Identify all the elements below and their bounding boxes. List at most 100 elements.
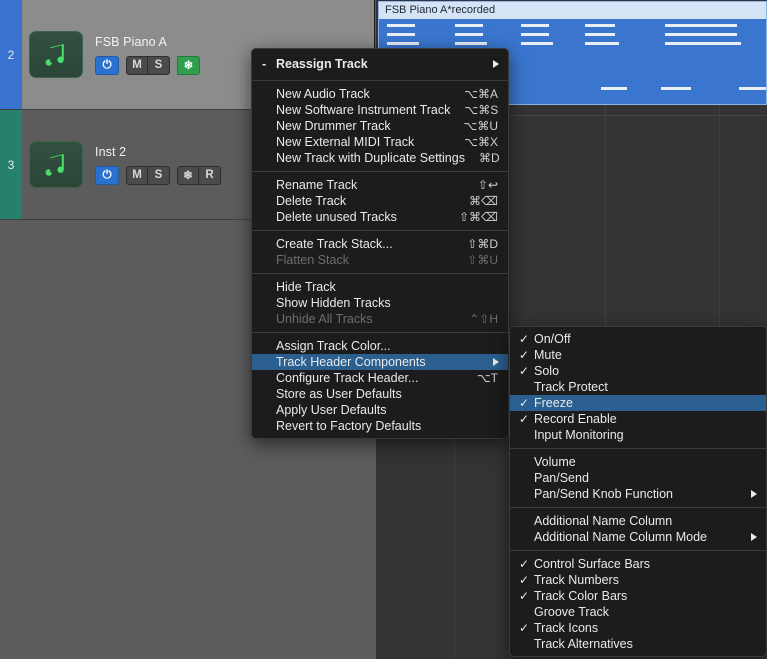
mute-button[interactable]: M bbox=[126, 165, 148, 185]
music-note-icon[interactable] bbox=[29, 31, 83, 78]
menu-item-track-header-components[interactable]: Track Header Components bbox=[252, 354, 508, 370]
menu-item-show-hidden-tracks[interactable]: Show Hidden Tracks bbox=[252, 295, 508, 311]
menu-item-label: Apply User Defaults bbox=[276, 403, 387, 417]
menu-item-control-surface-bars[interactable]: ✓ Control Surface Bars bbox=[510, 556, 766, 572]
menu-item-additional-name-column[interactable]: Additional Name Column bbox=[510, 513, 766, 529]
menu-item-label: Reassign Track bbox=[276, 57, 368, 71]
menu-item-new-track-with-duplicate-settings[interactable]: New Track with Duplicate Settings ⌘D bbox=[252, 150, 508, 166]
menu-item-solo[interactable]: ✓ Solo bbox=[510, 363, 766, 379]
track-color-bar[interactable]: 2 bbox=[0, 0, 22, 109]
menu-item-label: Configure Track Header... bbox=[276, 371, 419, 385]
submenu-arrow-icon bbox=[751, 490, 757, 498]
menu-item-revert-to-factory-defaults[interactable]: Revert to Factory Defaults bbox=[252, 418, 508, 434]
menu-item-label: Record Enable bbox=[534, 412, 617, 426]
midi-note bbox=[387, 24, 415, 27]
menu-item-new-software-instrument-track[interactable]: New Software Instrument Track ⌥⌘S bbox=[252, 102, 508, 118]
menu-item-on-off[interactable]: ✓ On/Off bbox=[510, 331, 766, 347]
track-on-off-button[interactable]: ⏻ bbox=[95, 55, 119, 75]
menu-item-track-protect[interactable]: Track Protect bbox=[510, 379, 766, 395]
menu-item-rename-track[interactable]: Rename Track ⇧↩ bbox=[252, 177, 508, 193]
menu-item-track-icons[interactable]: ✓ Track Icons bbox=[510, 620, 766, 636]
menu-item-store-as-user-defaults[interactable]: Store as User Defaults bbox=[252, 386, 508, 402]
menu-item-volume[interactable]: Volume bbox=[510, 454, 766, 470]
menu-item-shortcut: ⌥⌘S bbox=[464, 103, 499, 117]
menu-item-label: New External MIDI Track bbox=[276, 135, 415, 149]
menu-separator bbox=[252, 332, 508, 333]
track-name[interactable]: FSB Piano A bbox=[95, 35, 200, 49]
menu-item-shortcut: ⌘D bbox=[478, 151, 500, 165]
record-enable-button[interactable]: R bbox=[199, 165, 221, 185]
menu-item-label: Rename Track bbox=[276, 178, 358, 192]
menu-item-flatten-stack: Flatten Stack ⇧⌘U bbox=[252, 252, 508, 268]
track-context-menu[interactable]: - Reassign Track New Audio Track ⌥⌘A New S… bbox=[251, 48, 509, 439]
menu-item-label: Pan/Send Knob Function bbox=[534, 487, 673, 501]
menu-item-configure-track-header[interactable]: Configure Track Header... ⌥T bbox=[252, 370, 508, 386]
menu-item-track-color-bars[interactable]: ✓ Track Color Bars bbox=[510, 588, 766, 604]
menu-item-label: Delete unused Tracks bbox=[276, 210, 397, 224]
menu-item-label: Pan/Send bbox=[534, 471, 589, 485]
menu-item-assign-track-color[interactable]: Assign Track Color... bbox=[252, 338, 508, 354]
menu-separator bbox=[252, 230, 508, 231]
submenu-arrow-icon bbox=[751, 533, 757, 541]
checkmark-icon: ✓ bbox=[519, 348, 530, 362]
freeze-button[interactable]: ❄ bbox=[177, 165, 199, 185]
menu-item-label: Freeze bbox=[534, 396, 573, 410]
menu-item-label: Track Alternatives bbox=[534, 637, 633, 651]
menu-item-shortcut: ⇧⌘D bbox=[467, 237, 498, 251]
menu-item-create-track-stack[interactable]: Create Track Stack... ⇧⌘D bbox=[252, 236, 508, 252]
menu-separator bbox=[252, 80, 508, 81]
menu-item-additional-name-column-mode[interactable]: Additional Name Column Mode bbox=[510, 529, 766, 545]
menu-item-new-drummer-track[interactable]: New Drummer Track ⌥⌘U bbox=[252, 118, 508, 134]
menu-item-label: Additional Name Column Mode bbox=[534, 530, 708, 544]
menu-item-new-external-midi-track[interactable]: New External MIDI Track ⌥⌘X bbox=[252, 134, 508, 150]
midi-note bbox=[521, 33, 549, 36]
freeze-button[interactable]: ❄ bbox=[177, 55, 200, 75]
menu-item-pan-send[interactable]: Pan/Send bbox=[510, 470, 766, 486]
menu-item-label: Groove Track bbox=[534, 605, 610, 619]
music-note-icon[interactable] bbox=[29, 141, 83, 188]
menu-item-pan-send-knob-function[interactable]: Pan/Send Knob Function bbox=[510, 486, 766, 502]
menu-item-label: Volume bbox=[534, 455, 576, 469]
dash-glyph: - bbox=[262, 57, 267, 71]
track-name[interactable]: Inst 2 bbox=[95, 145, 221, 159]
menu-item-label: New Audio Track bbox=[276, 87, 370, 101]
menu-item-input-monitoring[interactable]: Input Monitoring bbox=[510, 427, 766, 443]
menu-item-hide-track[interactable]: Hide Track bbox=[252, 279, 508, 295]
menu-item-label: Track Numbers bbox=[534, 573, 619, 587]
menu-item-label: Flatten Stack bbox=[276, 253, 349, 267]
menu-separator bbox=[510, 448, 766, 449]
menu-item-shortcut: ⌘⌫ bbox=[469, 194, 498, 208]
midi-note bbox=[455, 24, 483, 27]
menu-item-label: Revert to Factory Defaults bbox=[276, 419, 422, 433]
menu-item-new-audio-track[interactable]: New Audio Track ⌥⌘A bbox=[252, 86, 508, 102]
menu-item-delete-track[interactable]: Delete Track ⌘⌫ bbox=[252, 193, 508, 209]
menu-item-groove-track[interactable]: Groove Track bbox=[510, 604, 766, 620]
midi-note bbox=[585, 24, 615, 27]
track-meta: FSB Piano A ⏻ M S ❄ bbox=[95, 35, 200, 75]
menu-item-reassign-track[interactable]: - Reassign Track bbox=[252, 53, 508, 75]
solo-button[interactable]: S bbox=[148, 55, 170, 75]
midi-note bbox=[739, 87, 766, 90]
solo-button[interactable]: S bbox=[148, 165, 170, 185]
region-title: FSB Piano A*recorded bbox=[379, 2, 766, 19]
menu-item-freeze[interactable]: ✓ Freeze bbox=[510, 395, 766, 411]
menu-item-delete-unused-tracks[interactable]: Delete unused Tracks ⇧⌘⌫ bbox=[252, 209, 508, 225]
menu-item-apply-user-defaults[interactable]: Apply User Defaults bbox=[252, 402, 508, 418]
mute-button[interactable]: M bbox=[126, 55, 148, 75]
track-on-off-button[interactable]: ⏻ bbox=[95, 165, 119, 185]
menu-item-record-enable[interactable]: ✓ Record Enable bbox=[510, 411, 766, 427]
menu-item-track-alternatives[interactable]: Track Alternatives bbox=[510, 636, 766, 652]
mute-solo-group: MS bbox=[126, 165, 170, 185]
menu-separator bbox=[252, 171, 508, 172]
track-color-bar[interactable]: 3 bbox=[0, 110, 22, 219]
menu-item-label: On/Off bbox=[534, 332, 571, 346]
menu-item-label: Assign Track Color... bbox=[276, 339, 391, 353]
menu-item-label: Hide Track bbox=[276, 280, 336, 294]
track-header-components-submenu[interactable]: ✓ On/Off ✓ Mute ✓ Solo Track Protect ✓ Freeze ✓ Re… bbox=[509, 326, 767, 657]
menu-item-mute[interactable]: ✓ Mute bbox=[510, 347, 766, 363]
menu-item-label: Track Color Bars bbox=[534, 589, 628, 603]
menu-item-track-numbers[interactable]: ✓ Track Numbers bbox=[510, 572, 766, 588]
menu-item-shortcut: ⌥⌘X bbox=[464, 135, 498, 149]
menu-item-shortcut: ⌃⇧H bbox=[469, 312, 498, 326]
menu-item-shortcut: ⌥T bbox=[476, 371, 498, 385]
